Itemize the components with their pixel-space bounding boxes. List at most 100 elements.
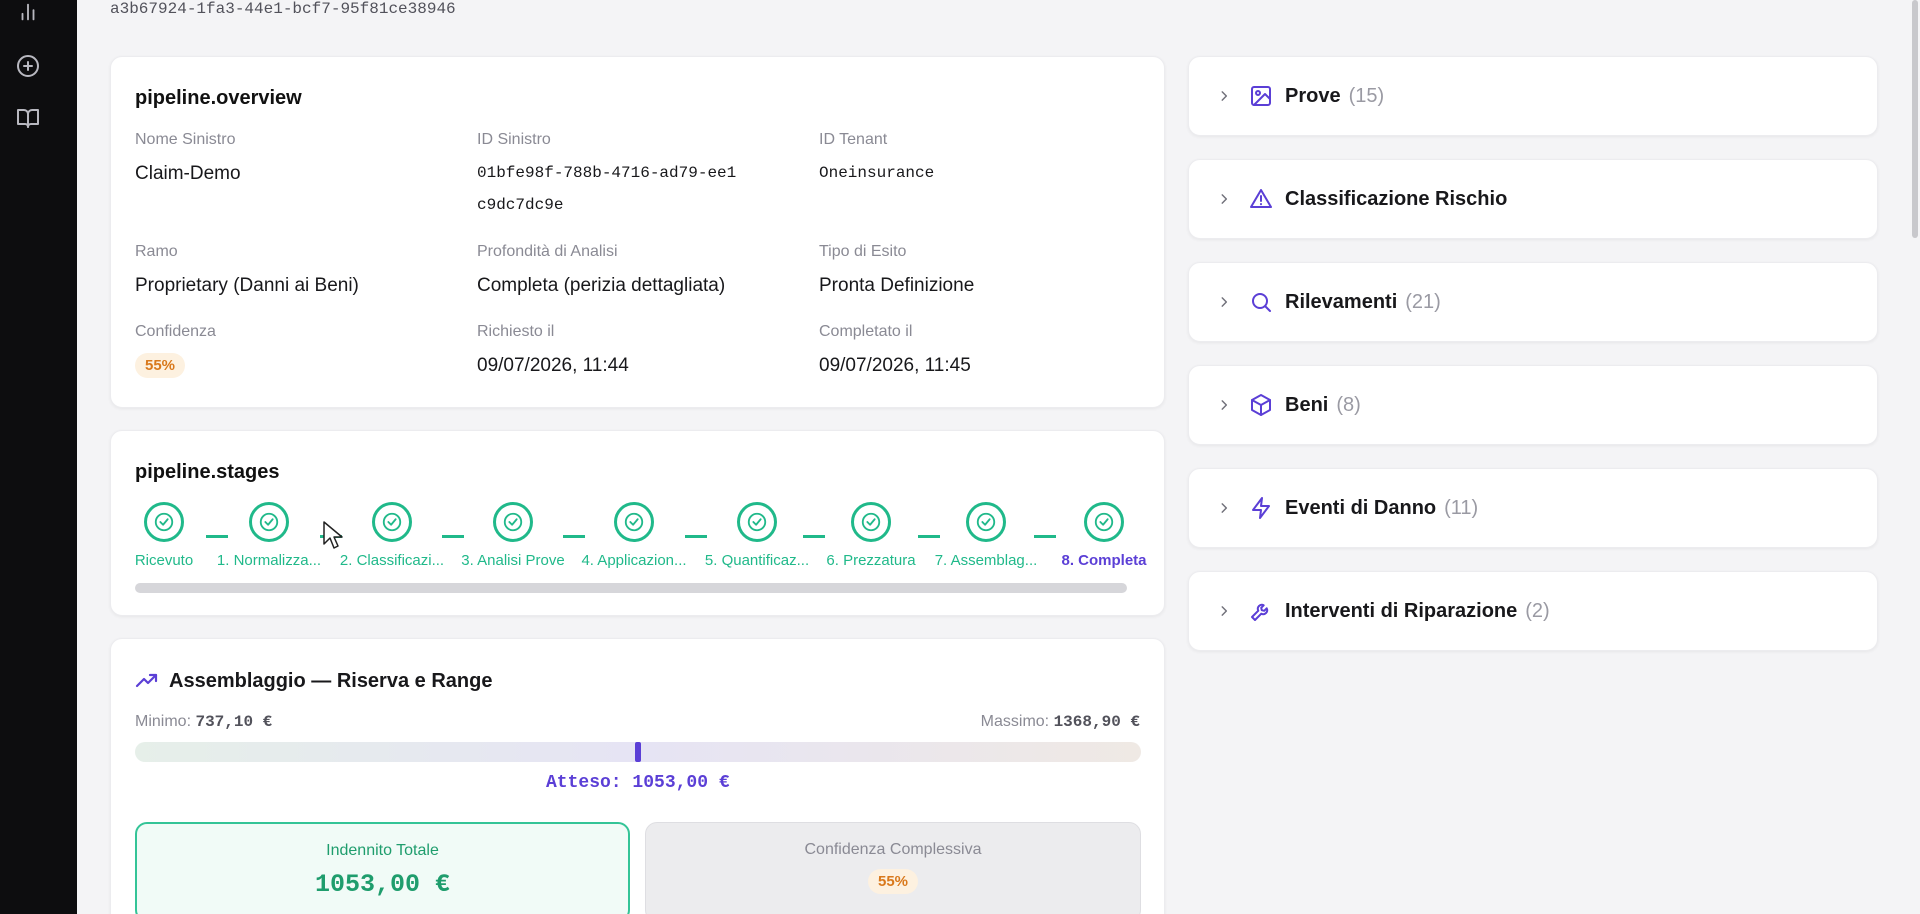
- range-min: Minimo: 737,10 €: [135, 713, 272, 731]
- expected-value: Atteso: 1053,00 €: [546, 773, 730, 793]
- field-label: Ramo: [135, 243, 178, 260]
- accordion-prove[interactable]: Prove (15): [1188, 56, 1878, 136]
- search-icon: [1249, 290, 1273, 314]
- chevron-right-icon[interactable]: [1217, 192, 1233, 206]
- field-profondita: Profondità di Analisi Completa (perizia …: [477, 243, 725, 303]
- accordion-rilevamenti[interactable]: Rilevamenti (21): [1188, 262, 1878, 342]
- stage-step-icon[interactable]: [737, 502, 777, 542]
- field-value: Claim-Demo: [135, 163, 241, 184]
- warning-triangle-icon: [1249, 187, 1273, 211]
- stage-label: 6. Prezzatura: [826, 552, 916, 569]
- field-id-tenant: ID Tenant Oneinsurance: [819, 131, 934, 189]
- sidebar-rail: [0, 0, 77, 914]
- stage-step-icon[interactable]: [1084, 502, 1124, 542]
- wrench-icon: [1249, 599, 1273, 623]
- page-scrollbar[interactable]: [1910, 0, 1920, 914]
- stage-label: 5. Quantificaz...: [704, 552, 810, 569]
- total-indemnity-value: 1053,00 €: [314, 870, 451, 899]
- stage-label: 3. Analisi Prove: [461, 552, 565, 569]
- accordion-count: (15): [1348, 84, 1385, 107]
- field-value: 09/07/2026, 11:44: [477, 355, 629, 376]
- stages-progress-bar: [135, 583, 1127, 593]
- total-indemnity-box: Indennito Totale 1053,00 €: [135, 822, 630, 914]
- stage-connector: [205, 535, 228, 538]
- field-completato: Completato il 09/07/2026, 11:45: [819, 323, 971, 383]
- chevron-right-icon[interactable]: [1217, 398, 1233, 412]
- accordion-count: (11): [1444, 496, 1479, 519]
- range-max: Massimo: 1368,90 €: [981, 713, 1140, 731]
- stage-connector: [917, 535, 940, 538]
- field-value: Oneinsurance: [819, 164, 935, 182]
- field-label: Nome Sinistro: [135, 131, 236, 148]
- lightning-icon: [1249, 496, 1273, 520]
- stage-step-icon[interactable]: [851, 502, 891, 542]
- accordion-classificazione-rischio[interactable]: Classificazione Rischio: [1188, 159, 1878, 239]
- accordion-title: Interventi di Riparazione: [1285, 599, 1518, 622]
- field-richiesto: Richiesto il 09/07/2026, 11:44: [477, 323, 629, 383]
- stage-step-icon[interactable]: [493, 502, 533, 542]
- stage-connector: [684, 535, 707, 538]
- chevron-right-icon[interactable]: [1217, 604, 1233, 618]
- stage-label: 8. Completa: [1061, 552, 1147, 569]
- stages-title: pipeline.stages: [135, 461, 280, 483]
- accordion-title: Classificazione Rischio: [1285, 187, 1508, 210]
- accordion-count: (21): [1405, 290, 1441, 313]
- field-value: Pronta Definizione: [819, 275, 975, 296]
- field-value: 09/07/2026, 11:45: [819, 355, 971, 376]
- field-nome-sinistro: Nome Sinistro Claim-Demo: [135, 131, 241, 191]
- assembly-title: Assemblaggio — Riserva e Range: [169, 669, 493, 692]
- field-label: Completato il: [819, 323, 913, 340]
- stage-step-icon[interactable]: [966, 502, 1006, 542]
- expected-marker: [635, 742, 641, 762]
- overview-card: pipeline.overview Nome Sinistro Claim-De…: [110, 56, 1165, 408]
- stage-step-icon[interactable]: [614, 502, 654, 542]
- accordion-title: Rilevamenti: [1285, 290, 1398, 313]
- stage-connector: [1034, 535, 1056, 538]
- field-label: ID Tenant: [819, 131, 888, 148]
- stage-step-icon[interactable]: [249, 502, 289, 542]
- accordion-title: Eventi di Danno: [1285, 496, 1437, 519]
- stage-label: 1. Normalizza...: [216, 552, 322, 569]
- trending-up-icon: [135, 669, 159, 693]
- field-label: Tipo di Esito: [819, 243, 907, 260]
- overall-confidence-label: Confidenza Complessiva: [804, 841, 982, 858]
- chevron-right-icon[interactable]: [1217, 89, 1233, 103]
- stage-step-icon[interactable]: [372, 502, 412, 542]
- range-min-value: 737,10 €: [195, 713, 273, 731]
- accordion-count: (8): [1336, 393, 1361, 416]
- bar-chart-icon[interactable]: [14, 0, 42, 26]
- field-tipo-esito: Tipo di Esito Pronta Definizione: [819, 243, 974, 303]
- scrollbar-thumb[interactable]: [1912, 0, 1918, 238]
- stage-label: 4. Applicazion...: [581, 552, 687, 569]
- field-id-sinistro: ID Sinistro 01bfe98f-788b-4716-ad79-ee1c…: [477, 131, 737, 221]
- total-indemnity-label: Indennito Totale: [326, 842, 439, 859]
- field-confidenza: Confidenza 55%: [135, 323, 216, 378]
- stage-step-icon[interactable]: [144, 502, 184, 542]
- field-label: ID Sinistro: [477, 131, 551, 148]
- overview-title: pipeline.overview: [135, 87, 302, 109]
- stage-connector: [441, 535, 464, 538]
- accordion-interventi-di-riparazione[interactable]: Interventi di Riparazione (2): [1188, 571, 1878, 651]
- chevron-right-icon[interactable]: [1217, 295, 1233, 309]
- chevron-right-icon[interactable]: [1217, 501, 1233, 515]
- confidence-badge: 55%: [135, 353, 186, 378]
- stage-label: 7. Assemblag...: [934, 552, 1038, 569]
- book-open-icon[interactable]: [14, 104, 42, 132]
- mouse-cursor-icon: [322, 520, 344, 555]
- add-circle-icon[interactable]: [14, 52, 42, 80]
- field-label: Confidenza: [135, 323, 216, 340]
- accordion-count: (2): [1525, 599, 1550, 622]
- box-icon: [1249, 393, 1273, 417]
- accordion-eventi-di-danno[interactable]: Eventi di Danno (11): [1188, 468, 1878, 548]
- overall-confidence-box: Confidenza Complessiva 55%: [645, 822, 1141, 914]
- image-icon: [1249, 84, 1273, 108]
- stage-label: 2. Classificazi...: [339, 552, 445, 569]
- field-value: Proprietary (Danni ai Beni): [135, 275, 359, 296]
- field-value: 01bfe98f-788b-4716-ad79-ee1c9dc7dc9e: [477, 164, 737, 214]
- stage-connector: [562, 535, 585, 538]
- claim-id-header: a3b67924-1fa3-44e1-bcf7-95f81ce38946: [110, 0, 456, 18]
- accordion-title: Prove: [1285, 84, 1341, 107]
- overall-confidence-badge: 55%: [867, 869, 919, 894]
- field-label: Profondità di Analisi: [477, 243, 618, 260]
- accordion-beni[interactable]: Beni (8): [1188, 365, 1878, 445]
